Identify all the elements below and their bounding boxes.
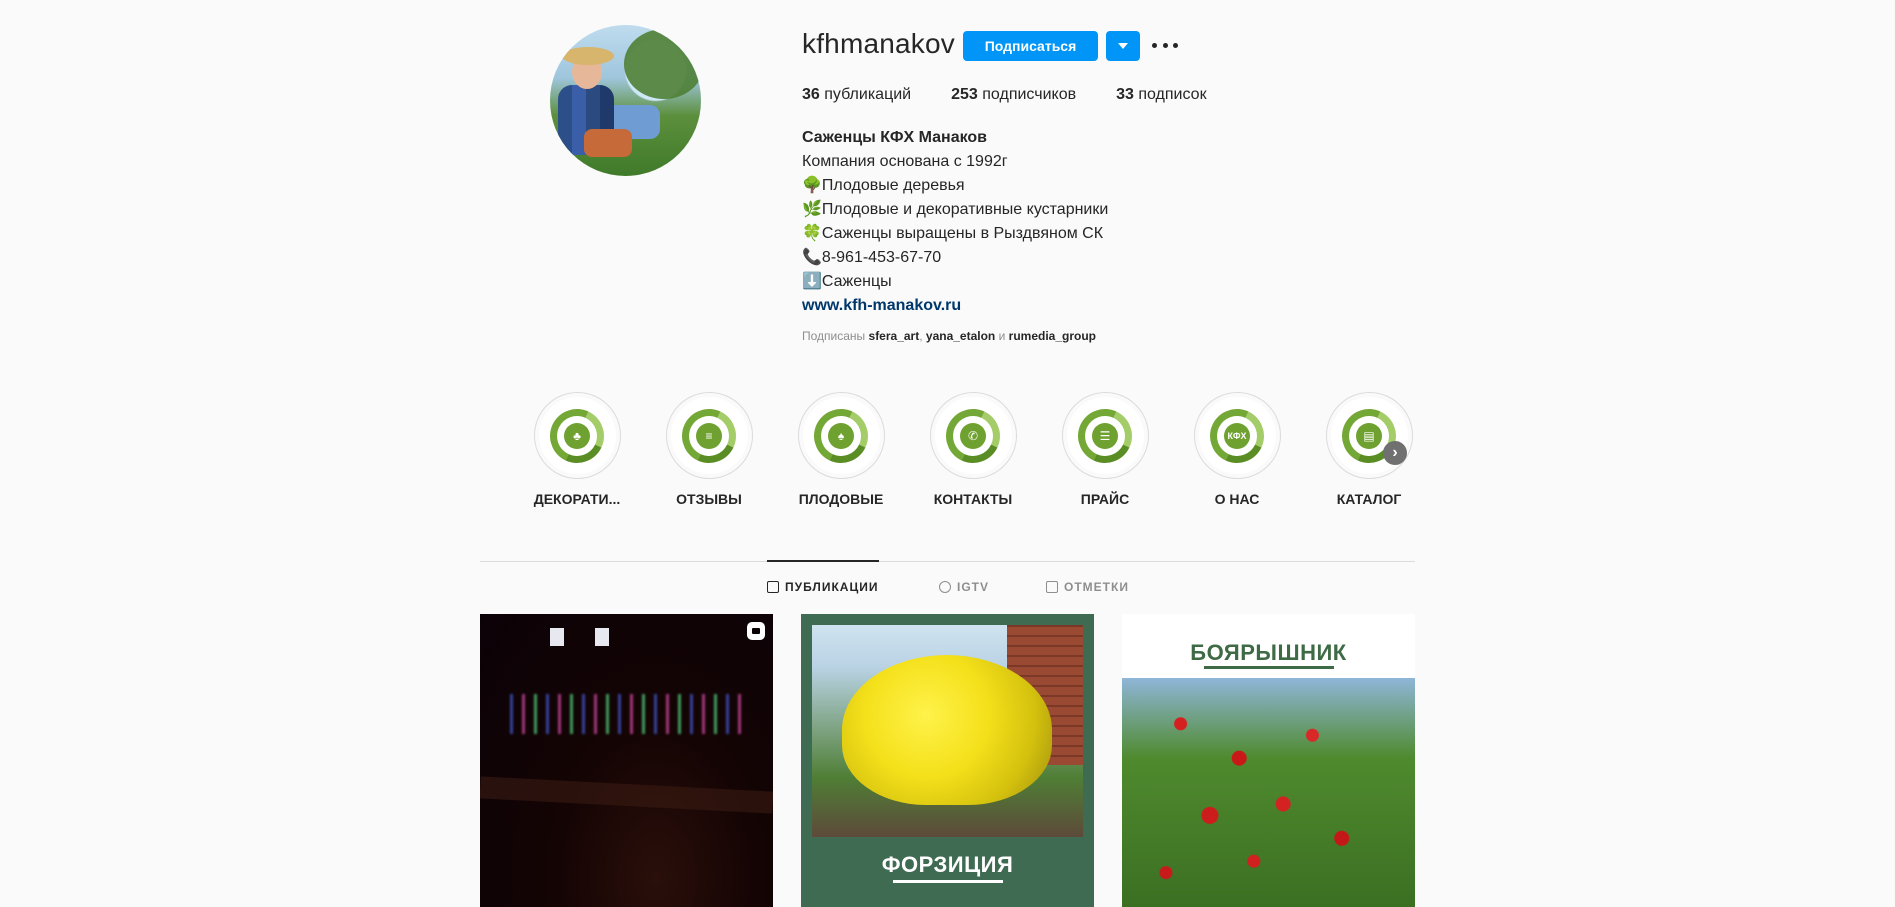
book-icon: ▤ [1356, 422, 1382, 449]
forsythia-photo [812, 625, 1083, 837]
highlight-about[interactable]: КФХ О НАС [1182, 392, 1292, 507]
post-caption: ФОРЗИЦИЯ [881, 852, 1014, 877]
following-count[interactable]: 33 подписок [1116, 86, 1206, 104]
clipboard-icon: ☰ [1092, 422, 1118, 449]
highlight-label: ПЛОДОВЫЕ [798, 491, 884, 507]
followers-count[interactable]: 253 подписчиков [951, 86, 1076, 104]
highlight-contacts[interactable]: ✆ КОНТАКТЫ [918, 392, 1028, 507]
bio-line: Компания основана с 1992г [802, 153, 1008, 170]
forsythia-bush [842, 655, 1052, 805]
tree-icon: ♣ [564, 422, 590, 449]
story-highlights: ♣ ДЕКОРАТИ... ≡ ОТЗЫВЫ ♠ ПЛОДОВЫЕ ✆ КОНТ… [522, 392, 1413, 512]
garland-lights [510, 694, 750, 734]
post-thumbnail[interactable]: БОЯРЫШНИК [1122, 614, 1415, 907]
profile-username: kfhmanakov [802, 28, 955, 59]
bio-line: 🌳Плодовые деревья [802, 177, 965, 194]
grid-icon [767, 581, 779, 593]
highlight-label: О НАС [1214, 491, 1260, 507]
chat-icon: ≡ [696, 422, 722, 449]
chevron-right-icon: › [1392, 444, 1398, 461]
highlight-catalog[interactable]: ▤ КАТАЛОГ [1314, 392, 1424, 507]
igtv-icon [939, 581, 951, 593]
post-thumbnail[interactable]: ФОРЗИЦИЯ [801, 614, 1094, 907]
fruit-tree-icon: ♠ [828, 422, 854, 449]
avatar-tree [624, 29, 701, 99]
tab-posts[interactable]: ПУБЛИКАЦИИ [767, 580, 878, 594]
hawthorn-photo [1122, 678, 1415, 907]
post-thumbnail[interactable] [480, 614, 773, 907]
profile-full-name: Саженцы КФХ Манаков [802, 129, 988, 146]
highlight-label: КАТАЛОГ [1336, 491, 1402, 507]
highlight-label: ПРАЙС [1080, 491, 1130, 507]
highlights-next-button[interactable]: › [1383, 441, 1407, 465]
profile-avatar[interactable] [550, 25, 701, 176]
avatar-hat [562, 47, 614, 65]
highlight-price[interactable]: ☰ ПРАЙС [1050, 392, 1160, 507]
caption-underline [1204, 666, 1334, 669]
phone-icon: ✆ [960, 422, 986, 449]
highlight-label: КОНТАКТЫ [933, 491, 1013, 507]
highlight-label: ДЕКОРАТИ... [533, 491, 621, 507]
more-options-button[interactable] [1152, 37, 1178, 53]
more-dot-icon [1173, 42, 1178, 48]
post-caption: БОЯРЫШНИК [1190, 640, 1347, 665]
lamp [550, 628, 564, 646]
bio-line: 🌿Плодовые и декоративные кустарники [802, 201, 1109, 218]
profile-bio: Саженцы КФХ Манаков Компания основана с … [802, 126, 1402, 318]
highlight-fruit[interactable]: ♠ ПЛОДОВЫЕ [786, 392, 896, 507]
chevron-down-icon [1118, 43, 1128, 49]
tabs-divider [480, 561, 1415, 562]
highlight-decorative[interactable]: ♣ ДЕКОРАТИ... [522, 392, 632, 507]
tagged-user-icon [1046, 581, 1058, 593]
more-dot-icon [1162, 42, 1168, 48]
website-link[interactable]: www.kfh-manakov.ru [802, 294, 1402, 318]
suggestions-dropdown-button[interactable] [1106, 31, 1140, 61]
tab-tagged[interactable]: ОТМЕТКИ [1046, 580, 1129, 594]
posts-count: 36 публикаций [802, 86, 912, 103]
tab-igtv[interactable]: IGTV [939, 580, 989, 594]
avatar-basket [584, 129, 632, 157]
profile-stats: 36 публикаций 253 подписчиков 33 подписо… [802, 86, 1247, 104]
kfh-logo-icon: КФХ [1224, 422, 1250, 449]
road [480, 776, 773, 814]
highlight-label: ОТЗЫВЫ [676, 491, 742, 507]
bio-line: ⬇️Саженцы [802, 273, 892, 290]
reel-icon [747, 622, 765, 640]
bio-line: 📞8-961-453-67-70 [802, 249, 942, 266]
more-dot-icon [1152, 42, 1157, 48]
bio-line: 🍀Саженцы выращены в Рыздвяном СК [802, 225, 1104, 242]
follow-button[interactable]: Подписаться [963, 31, 1098, 61]
highlight-reviews[interactable]: ≡ ОТЗЫВЫ [654, 392, 764, 507]
lamp [595, 628, 609, 646]
active-tab-indicator [767, 560, 879, 562]
caption-underline [893, 880, 1003, 883]
followed-by[interactable]: Подписаны sfera_art, yana_etalon и rumed… [802, 329, 1096, 343]
